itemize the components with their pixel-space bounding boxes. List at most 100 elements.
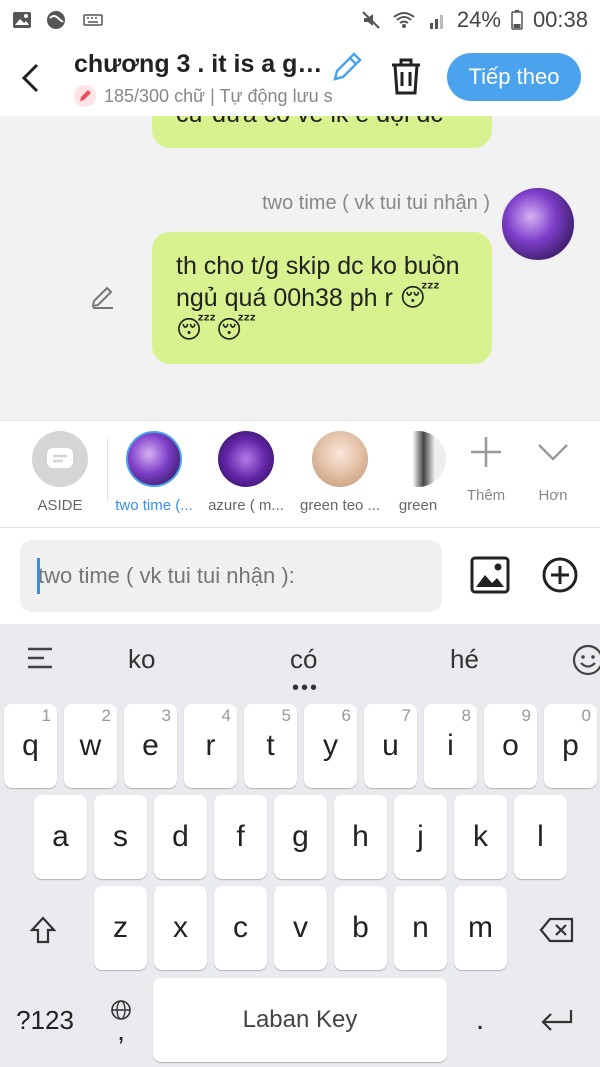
character-green-teo[interactable]: green teo ... [300, 431, 380, 514]
symbols-key[interactable]: ?123 [0, 978, 90, 1062]
chat-area[interactable]: cứ đưa có vẻ lk e đội dc two time ( vk t… [0, 116, 600, 420]
edit-title-button[interactable] [330, 50, 364, 84]
back-button[interactable] [0, 40, 60, 116]
enter-key[interactable] [514, 978, 600, 1062]
key-z[interactable]: z [94, 886, 147, 970]
suggestion-2[interactable]: có [290, 644, 317, 675]
aside-avatar [32, 431, 88, 487]
character-avatar [218, 431, 274, 487]
emoji-button[interactable] [572, 644, 600, 681]
next-button[interactable]: Tiếp theo [447, 53, 581, 101]
key-letter: r [205, 729, 216, 762]
text-cursor [37, 558, 40, 594]
compose-bar [0, 528, 600, 624]
key-d[interactable]: d [154, 795, 207, 879]
smiley-icon [572, 644, 600, 676]
key-u[interactable]: 7u [364, 704, 417, 788]
signal-icon [429, 15, 443, 29]
editor-header: chương 3 . it is a gr... 185/300 chữ | T… [0, 40, 600, 116]
delete-button[interactable] [388, 56, 424, 96]
key-y[interactable]: 6y [304, 704, 357, 788]
period-key[interactable]: . [450, 978, 510, 1062]
key-b[interactable]: b [334, 886, 387, 970]
message-bubble[interactable]: th cho t/g skip dc ko buồn ngủ quá 00h38… [152, 232, 492, 364]
key-letter: y [323, 729, 338, 762]
plus-icon [471, 437, 501, 467]
backspace-key[interactable] [514, 888, 600, 972]
key-t[interactable]: 5t [244, 704, 297, 788]
key-n[interactable]: n [394, 886, 447, 970]
speaker-name: two time ( vk tui tui nhận ) [262, 192, 490, 214]
more-label: Hơn [538, 487, 568, 504]
keyboard-icon [83, 14, 103, 26]
add-button[interactable] [540, 555, 580, 595]
key-m[interactable]: m [454, 886, 507, 970]
key-x[interactable]: x [154, 886, 207, 970]
key-w[interactable]: 2w [64, 704, 117, 788]
shift-key[interactable] [0, 888, 86, 972]
key-number-hint: 1 [41, 706, 51, 725]
character-azure[interactable]: azure ( m... [206, 431, 286, 514]
status-right-icons: 24% 00:38 [361, 7, 588, 33]
key-number-hint: 7 [401, 706, 411, 725]
key-e[interactable]: 3e [124, 704, 177, 788]
space-key[interactable]: Laban Key [153, 978, 447, 1062]
message-input[interactable] [20, 540, 442, 612]
more-button[interactable]: Hơn [523, 435, 583, 504]
character-bar: ASIDE two time (... azure ( m... green t… [0, 420, 600, 528]
character-green[interactable]: green [388, 431, 448, 514]
key-a[interactable]: a [34, 795, 87, 879]
keyboard-menu-button[interactable] [26, 646, 54, 675]
edit-message-button[interactable] [90, 284, 116, 310]
clock: 00:38 [532, 7, 588, 32]
word-count-status: 185/300 chữ | Tự động lưu s [74, 85, 359, 107]
character-aside[interactable]: ASIDE [20, 431, 100, 514]
character-name: green [398, 497, 438, 514]
key-f[interactable]: f [214, 795, 267, 879]
menu-icon [28, 647, 52, 669]
key-q[interactable]: 1q [4, 704, 57, 788]
key-j[interactable]: j [394, 795, 447, 879]
add-label: Thêm [466, 487, 506, 504]
key-i[interactable]: 8i [424, 704, 477, 788]
character-name: two time (... [115, 497, 193, 514]
character-name: green teo ... [300, 497, 380, 514]
trash-icon [392, 58, 420, 95]
key-p[interactable]: 0p [544, 704, 597, 788]
key-number-hint: 8 [461, 706, 471, 725]
suggestion-1[interactable]: ko [128, 644, 155, 675]
previous-message-bubble[interactable]: cứ đưa có vẻ lk e đội dc [152, 116, 492, 148]
image-icon [470, 556, 510, 594]
key-letter: p [562, 729, 579, 762]
key-letter: i [447, 729, 454, 762]
title-block: chương 3 . it is a gr... 185/300 chữ | T… [74, 50, 364, 107]
comma-key[interactable]: , [92, 978, 150, 1062]
key-letter: w [79, 729, 102, 762]
plus-circle-icon [542, 557, 578, 593]
back-arrow-icon [21, 63, 39, 93]
pencil-badge-icon [74, 85, 96, 107]
key-r[interactable]: 4r [184, 704, 237, 788]
wifi-icon [393, 12, 415, 28]
character-two-time[interactable]: two time (... [114, 431, 194, 514]
word-count-text: 185/300 chữ | Tự động lưu s [104, 85, 333, 106]
key-h[interactable]: h [334, 795, 387, 879]
speaker-avatar[interactable] [500, 186, 576, 262]
suggestion-3[interactable]: hé [450, 644, 479, 675]
insert-image-button[interactable] [470, 555, 510, 595]
key-c[interactable]: c [214, 886, 267, 970]
key-letter: q [22, 729, 39, 762]
pencil-icon [91, 286, 113, 309]
more-suggestions-dots-icon[interactable]: ••• [292, 678, 319, 698]
key-letter: o [502, 729, 519, 762]
key-k[interactable]: k [454, 795, 507, 879]
key-o[interactable]: 9o [484, 704, 537, 788]
key-g[interactable]: g [274, 795, 327, 879]
enter-icon [541, 1010, 573, 1031]
key-v[interactable]: v [274, 886, 327, 970]
key-l[interactable]: l [514, 795, 567, 879]
shift-icon [29, 916, 57, 944]
key-number-hint: 6 [341, 706, 351, 725]
add-character-button[interactable]: Thêm [456, 435, 516, 504]
key-s[interactable]: s [94, 795, 147, 879]
